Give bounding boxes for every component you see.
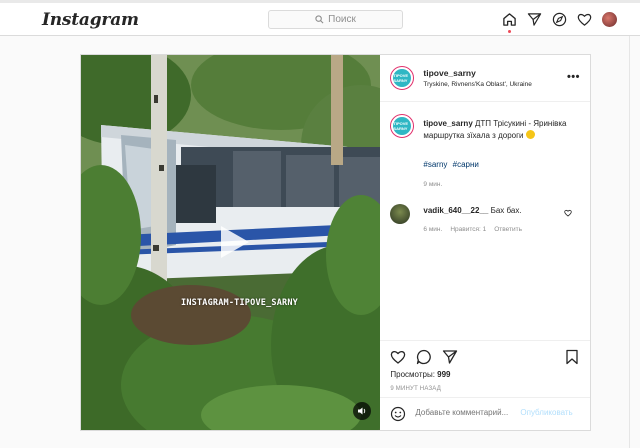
author-username[interactable]: tipove_sarny <box>423 68 531 78</box>
profile-avatar <box>602 12 617 27</box>
explore-button[interactable] <box>552 12 567 27</box>
speaker-icon <box>358 407 366 415</box>
commenter-avatar[interactable] <box>390 204 411 224</box>
post-card: INSTAGRAM-TIPOVE_SARNY TIPOVE SARNY tipo… <box>80 54 591 431</box>
hashtags: #sarny #сарни <box>423 160 481 169</box>
search-icon <box>315 15 324 24</box>
search-box[interactable]: Поиск <box>268 10 403 29</box>
post-location[interactable]: Tryskine, Rivnens'Ka Oblast', Ukraine <box>423 81 531 88</box>
comment-meta: 6 мин. Нравится: 1 Ответить <box>423 226 522 233</box>
hashtag-link[interactable]: #sarny <box>423 160 447 169</box>
bookmark-icon[interactable] <box>564 349 580 365</box>
profile-button[interactable] <box>602 12 617 27</box>
heart-icon <box>577 13 592 26</box>
views-count[interactable]: Просмотры: 999 <box>390 370 450 379</box>
comment-timestamp: 6 мин. <box>423 226 443 233</box>
compass-icon <box>552 12 567 27</box>
home-icon <box>503 13 516 26</box>
reply-button[interactable]: Ответить <box>494 226 522 233</box>
views-label: Просмотры: <box>390 370 435 379</box>
avatar-logo-text: TIPOVE SARNY <box>393 73 409 83</box>
more-options-button[interactable]: ••• <box>567 71 580 83</box>
publish-button[interactable]: Опубликовать <box>520 408 572 417</box>
comment-like-heart-icon[interactable] <box>564 209 572 217</box>
emoji-smile-icon[interactable] <box>390 406 406 422</box>
notification-dot <box>508 30 511 33</box>
home-button[interactable] <box>502 12 517 33</box>
caption-avatar[interactable]: TIPOVE SARNY <box>390 114 415 138</box>
comment-likes[interactable]: Нравится: 1 <box>450 226 486 233</box>
views-number: 999 <box>437 370 451 379</box>
comment-bubble-icon[interactable] <box>416 349 432 365</box>
action-icons <box>390 349 458 365</box>
caption: tipove_sarny ДТП Трісукині - Яринівка ма… <box>423 118 583 142</box>
commenter-username[interactable]: vadik_640__22__ <box>423 206 488 215</box>
share-paper-plane-icon[interactable] <box>442 349 458 365</box>
add-comment-bar: Опубликовать <box>380 397 591 430</box>
nav-icons <box>502 12 617 33</box>
paper-plane-icon <box>527 13 542 26</box>
caption-username[interactable]: tipove_sarny <box>423 119 472 128</box>
search-placeholder: Поиск <box>328 14 356 25</box>
post-video[interactable]: INSTAGRAM-TIPOVE_SARNY <box>81 55 381 430</box>
caption-timestamp: 9 мин. <box>423 181 443 188</box>
add-comment-input[interactable] <box>415 408 516 417</box>
comment-body: Бах бах. <box>490 206 522 215</box>
caption-avatar-text: TIPOVE SARNY <box>393 121 409 131</box>
post-timestamp: 9 МИНУТ НАЗАД <box>390 386 441 392</box>
top-nav-bar: Instagram Поиск <box>0 3 640 36</box>
direct-button[interactable] <box>527 12 542 27</box>
post-header: TIPOVE SARNY tipove_sarny Tryskine, Rivn… <box>380 55 590 102</box>
instagram-logo[interactable]: Instagram <box>42 10 139 30</box>
post-sidebar: TIPOVE SARNY tipove_sarny Tryskine, Rivn… <box>380 55 591 430</box>
page-scroll-edge <box>629 36 630 448</box>
smiley-emoji-icon <box>525 130 535 139</box>
hashtag-link[interactable]: #сарни <box>453 160 479 169</box>
comments-section: TIPOVE SARNY tipove_sarny ДТП Трісукині … <box>380 102 590 340</box>
author-avatar[interactable]: TIPOVE SARNY <box>390 66 415 90</box>
activity-button[interactable] <box>577 12 592 27</box>
like-heart-icon[interactable] <box>390 349 406 365</box>
video-watermark: INSTAGRAM-TIPOVE_SARNY <box>181 298 298 308</box>
play-icon[interactable] <box>209 220 253 264</box>
sound-button[interactable] <box>353 402 371 420</box>
comment: vadik_640__22__ Бах бах. <box>423 206 521 215</box>
